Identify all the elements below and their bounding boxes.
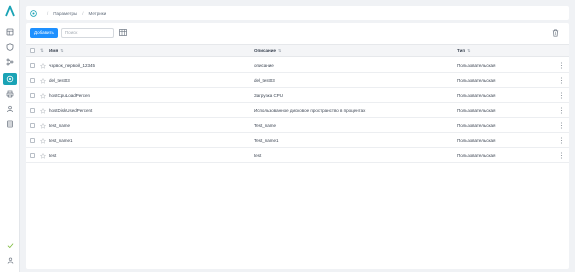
row-name[interactable]: чзрвок_первой_12345 xyxy=(49,58,95,72)
row-type: Пользовательская xyxy=(457,152,496,158)
row-checkbox[interactable] xyxy=(30,153,35,158)
row-checkbox[interactable] xyxy=(30,108,35,113)
table-row[interactable]: test_name1 Test_name1 Пользовательская xyxy=(26,133,569,148)
sort-icon: ⇅ xyxy=(467,48,471,53)
table-row[interactable]: test_name Test_name Пользовательская xyxy=(26,118,569,133)
select-all-checkbox[interactable] xyxy=(30,48,35,53)
more-vertical-icon[interactable] xyxy=(560,137,563,144)
row-name[interactable]: test_name xyxy=(49,118,70,132)
star-icon[interactable] xyxy=(40,92,46,99)
row-checkbox[interactable] xyxy=(30,63,35,68)
breadcrumb-separator: / xyxy=(47,10,49,16)
row-description: Test_name1 xyxy=(254,137,279,143)
row-type: Пользовательская xyxy=(457,62,496,68)
nav-users[interactable] xyxy=(3,103,17,115)
home-icon[interactable] xyxy=(30,9,37,17)
table-header: ⇅ Имя ⇅ Описание ⇅ Тип ⇅ xyxy=(26,44,569,57)
table-row[interactable]: hostCpuLoadPercen Загрузка CPU Пользовател… xyxy=(26,88,569,103)
row-type: Пользовательская xyxy=(457,92,496,98)
database-icon xyxy=(7,120,13,128)
row-description: Загрузка CPU xyxy=(254,92,283,98)
breadcrumb-item-metrics: Метрики xyxy=(88,10,107,16)
row-name[interactable]: hostCpuLoadPercen xyxy=(49,88,90,102)
more-vertical-icon[interactable] xyxy=(560,62,563,69)
row-checkbox[interactable] xyxy=(30,123,35,128)
trash-icon[interactable] xyxy=(552,29,559,37)
logo-icon[interactable] xyxy=(4,5,16,17)
column-header-name-label: Имя xyxy=(49,48,59,53)
star-icon[interactable] xyxy=(40,77,46,84)
table-row[interactable]: test test Пользовательская xyxy=(26,148,569,163)
more-vertical-icon[interactable] xyxy=(560,92,563,99)
dashboard-icon xyxy=(6,28,14,36)
column-header-name[interactable]: Имя ⇅ xyxy=(49,45,64,56)
metrics-panel: Добавить ⇅ Имя⇅ Описание⇅ Тип⇅ чзрвок_пе… xyxy=(26,23,569,269)
user-icon xyxy=(7,257,13,264)
table-row[interactable]: hostDiskUsedPercent Использованное дисков… xyxy=(26,103,569,118)
columns-icon xyxy=(119,29,127,36)
row-name[interactable]: test xyxy=(49,148,56,162)
row-checkbox[interactable] xyxy=(30,93,35,98)
row-description: Test_name xyxy=(254,122,277,128)
breadcrumb-item-parameters[interactable]: Параметры xyxy=(53,11,77,16)
row-type: Пользовательская xyxy=(457,122,496,128)
workflow-icon xyxy=(6,58,14,66)
row-description: Использованное дисковое пространство в п… xyxy=(254,107,366,113)
nav-security[interactable] xyxy=(3,41,17,53)
printer-icon xyxy=(6,90,14,98)
more-vertical-icon[interactable] xyxy=(560,107,563,114)
row-checkbox[interactable] xyxy=(30,138,35,143)
row-name[interactable]: test_name1 xyxy=(49,133,73,147)
users-icon xyxy=(7,105,13,113)
nav-status[interactable] xyxy=(3,239,17,251)
nav-print[interactable] xyxy=(3,88,17,100)
row-description: test xyxy=(254,152,262,158)
sort-icon: ⇅ xyxy=(278,48,282,53)
row-name[interactable]: del_test03 xyxy=(49,73,70,87)
add-button[interactable]: Добавить xyxy=(30,27,58,38)
shield-icon xyxy=(6,43,14,51)
nav-profile[interactable] xyxy=(3,254,17,266)
row-type: Пользовательская xyxy=(457,137,496,143)
toolbar: Добавить xyxy=(30,27,127,38)
more-vertical-icon[interactable] xyxy=(560,122,563,129)
check-icon xyxy=(7,242,13,248)
star-icon[interactable] xyxy=(40,122,46,129)
row-type: Пользовательская xyxy=(457,107,496,113)
columns-button[interactable] xyxy=(119,29,127,36)
search-input[interactable] xyxy=(60,27,114,38)
row-checkbox[interactable] xyxy=(30,78,35,83)
star-icon[interactable] xyxy=(40,152,46,159)
table-row[interactable]: чзрвок_первой_12345 описание Пользовательс… xyxy=(26,58,569,73)
star-icon[interactable] xyxy=(40,137,46,144)
column-header-description-label: Описание xyxy=(254,48,277,53)
nav-database[interactable] xyxy=(3,118,17,130)
table-row[interactable]: del_test03 del_test03 Пользовательская xyxy=(26,73,569,88)
more-vertical-icon[interactable] xyxy=(560,152,563,159)
breadcrumb: / Параметры / Метрики xyxy=(26,6,569,20)
metrics-icon xyxy=(6,75,14,83)
breadcrumb-separator: / xyxy=(82,10,84,16)
row-description: описание xyxy=(254,62,274,68)
star-icon[interactable] xyxy=(40,107,46,114)
row-description: del_test03 xyxy=(254,77,275,83)
column-header-type[interactable]: Тип ⇅ xyxy=(457,45,470,56)
favorite-column-sort[interactable]: ⇅ xyxy=(40,45,44,56)
nav-workflow[interactable] xyxy=(3,56,17,68)
nav-dashboard[interactable] xyxy=(3,26,17,38)
sort-icon: ⇅ xyxy=(60,48,64,53)
column-header-type-label: Тип xyxy=(457,48,466,53)
column-header-description[interactable]: Описание ⇅ xyxy=(254,45,281,56)
nav-metrics[interactable] xyxy=(3,73,17,85)
row-name[interactable]: hostDiskUsedPercent xyxy=(49,103,92,117)
row-type: Пользовательская xyxy=(457,77,496,83)
star-icon[interactable] xyxy=(40,62,46,69)
sidebar xyxy=(0,0,20,272)
more-vertical-icon[interactable] xyxy=(560,77,563,84)
